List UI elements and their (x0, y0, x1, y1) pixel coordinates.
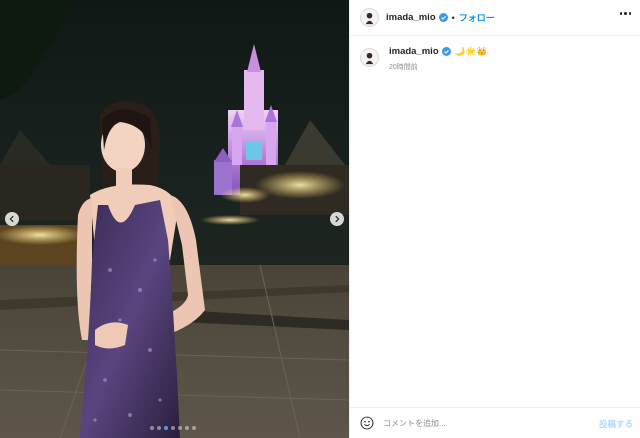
follow-button[interactable]: フォロー (459, 11, 495, 24)
profile-photo-icon (362, 50, 377, 65)
caption-username[interactable]: imada_mio (389, 46, 439, 57)
carousel-dot (178, 426, 182, 430)
username-link[interactable]: imada_mio (386, 12, 436, 23)
post-media (0, 0, 349, 438)
chevron-left-icon (9, 215, 14, 223)
carousel-dot (171, 426, 175, 430)
more-options-icon[interactable] (619, 12, 631, 15)
caption-avatar[interactable] (360, 48, 379, 67)
post-header: imada_mio • フォロー (350, 0, 640, 36)
verified-badge-icon (441, 47, 451, 56)
carousel-dot (164, 426, 168, 430)
post-side-panel: imada_mio • フォロー imada_mio 🌙🌟👑 20時間前 コメン… (349, 0, 640, 438)
caption-text: 🌙🌟👑 (454, 46, 488, 56)
carousel-next-button[interactable] (330, 212, 344, 226)
emoji-smile-icon[interactable] (360, 416, 374, 430)
carousel-dot (150, 426, 154, 430)
carousel-indicator (150, 426, 196, 430)
post-photo (0, 0, 349, 438)
comment-input[interactable] (383, 418, 583, 428)
carousel-prev-button[interactable] (5, 212, 19, 226)
verified-badge-icon (438, 13, 448, 22)
post-timestamp[interactable]: 20時間前 (389, 62, 488, 72)
comment-bar: 投稿する (350, 407, 640, 438)
separator-dot: • (451, 12, 455, 23)
post-caption: imada_mio 🌙🌟👑 20時間前 (360, 46, 488, 72)
carousel-dot (192, 426, 196, 430)
profile-photo-icon (362, 10, 377, 25)
chevron-right-icon (335, 215, 340, 223)
avatar[interactable] (360, 8, 379, 27)
post-comment-button[interactable]: 投稿する (599, 418, 633, 430)
carousel-dot (157, 426, 161, 430)
carousel-dot (185, 426, 189, 430)
post-viewer: imada_mio • フォロー imada_mio 🌙🌟👑 20時間前 コメン… (0, 0, 640, 438)
